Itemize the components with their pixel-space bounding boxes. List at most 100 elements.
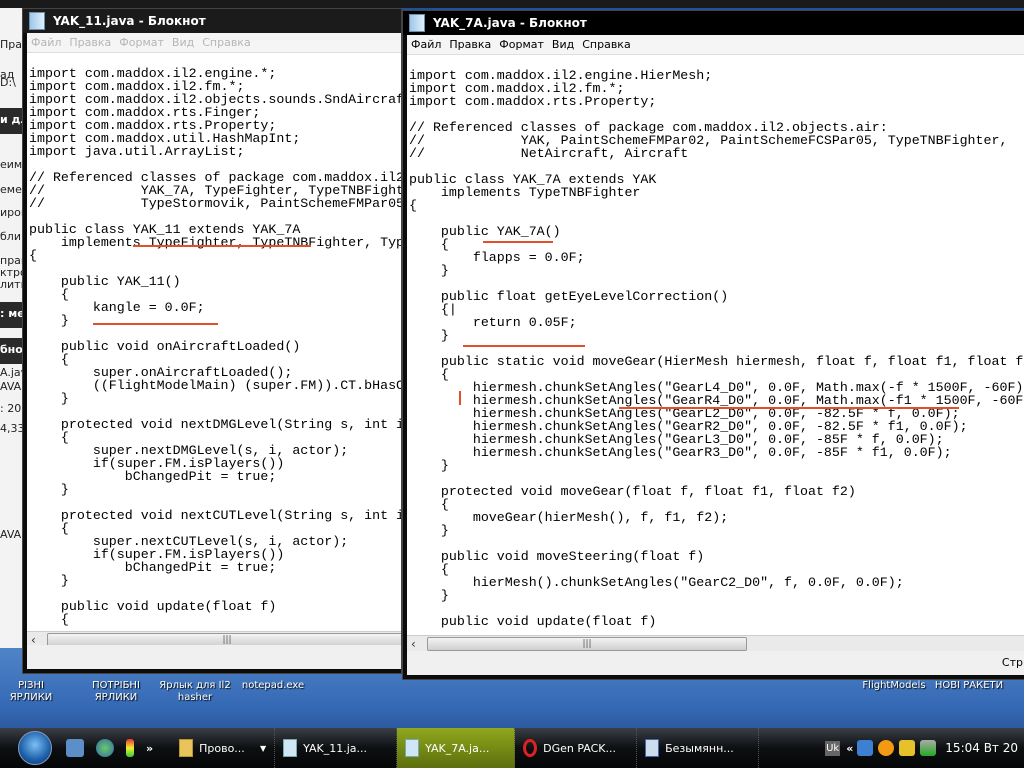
horizontal-scrollbar[interactable]: ‹ ||| — [407, 635, 1024, 652]
code-line[interactable]: flapps = 0.0F; — [409, 251, 1024, 264]
code-line[interactable]: public void update(float f) — [29, 600, 401, 613]
code-line[interactable]: { — [409, 199, 1024, 212]
code-line[interactable]: public void update(float f) — [409, 615, 1024, 628]
code-line[interactable]: } — [409, 329, 1024, 342]
system-tray: Uk « 15:04 Вт 20 — [825, 740, 1024, 756]
explorer-fragment-text: : 20 — [0, 402, 22, 415]
annotation-mark — [459, 391, 461, 405]
quicklaunch-more-icon[interactable]: » — [146, 742, 153, 755]
menu-file[interactable]: Файл — [411, 38, 441, 51]
code-line[interactable]: } — [409, 264, 1024, 277]
text-editor[interactable]: import com.maddox.il2.engine.HierMesh; im… — [407, 55, 1024, 635]
code-line[interactable]: { — [29, 249, 401, 262]
scroll-thumb[interactable]: ||| — [427, 637, 747, 651]
network-icon[interactable] — [857, 740, 874, 756]
equalizer-icon[interactable] — [126, 739, 134, 757]
code-line[interactable]: public YAK_11() — [29, 275, 401, 288]
code-line[interactable]: } — [409, 589, 1024, 602]
code-line[interactable]: public YAK_7A() — [409, 225, 1024, 238]
notepad-window-yak7a[interactable]: YAK_7A.java - Блокнот Файл Правка Формат… — [402, 10, 1024, 680]
code-line[interactable]: protected void nextDMGLevel(String s, in… — [29, 418, 401, 431]
desktop-icon-potribni[interactable]: ПОТРІБНІ ЯРЛИКИ — [88, 680, 144, 704]
code-line[interactable]: public float getEyeLevelCorrection() — [409, 290, 1024, 303]
code-line[interactable]: // NetAircraft, Aircraft — [409, 147, 1024, 160]
menu-format[interactable]: Формат — [499, 38, 544, 51]
task-yak11[interactable]: YAK_11.ja... — [275, 728, 398, 768]
code-line[interactable]: kangle = 0.0F; — [29, 301, 401, 314]
code-line[interactable]: public static void moveGear(HierMesh hie… — [409, 355, 1024, 368]
code-line[interactable]: return 0.05F; — [409, 316, 1024, 329]
desktop-icon-flightmodels[interactable]: FlightModels — [862, 680, 926, 692]
window-title: YAK_11.java - Блокнот — [53, 14, 206, 28]
code-text[interactable]: import com.maddox.il2.engine.*; import co… — [29, 67, 401, 626]
menu-view[interactable]: Вид — [552, 38, 574, 51]
clock[interactable]: 15:04 Вт 20 — [945, 741, 1018, 755]
code-line[interactable]: } — [29, 574, 401, 587]
folder-icon — [179, 739, 194, 757]
code-line[interactable]: implements TypeTNBFighter — [409, 186, 1024, 199]
menu-edit[interactable]: Правка — [449, 38, 491, 51]
code-line[interactable]: import com.maddox.rts.Property; — [409, 95, 1024, 108]
code-line[interactable]: hierMesh().chunkSetAngles("GearC2_D0", f… — [409, 576, 1024, 589]
desktop-icon-il2-hasher[interactable]: Ярлык для Il2 hasher — [158, 680, 232, 704]
menu-edit[interactable]: Правка — [69, 36, 111, 49]
title-bar[interactable]: YAK_11.java - Блокнот — [23, 9, 401, 33]
menu-file[interactable]: Файл — [31, 36, 61, 49]
explorer-fragment-text: A.jav — [0, 366, 24, 379]
code-line[interactable]: } — [29, 392, 401, 405]
annotation-underline — [483, 241, 553, 243]
code-line[interactable]: // TypeStormovik, PaintSchemeFMPar05 — [29, 197, 401, 210]
code-line[interactable]: ((FlightModelMain) (super.FM)).CT.bHasC — [29, 379, 401, 392]
task-paint[interactable]: Безымянн... — [637, 728, 760, 768]
code-line[interactable]: import java.util.ArrayList; — [29, 145, 401, 158]
show-desktop-icon[interactable] — [66, 739, 84, 757]
explorer-fragment-text: : ме — [0, 302, 24, 328]
code-line[interactable]: bChangedPit = true; — [29, 470, 401, 483]
code-line[interactable]: moveGear(hierMesh(), f, f1, f2); — [409, 511, 1024, 524]
code-line[interactable]: hiermesh.chunkSetAngles("GearR3_D0", 0.0… — [409, 446, 1024, 459]
annotation-underline — [619, 407, 959, 409]
notepad-icon — [283, 739, 298, 757]
taskbar: » Прово... ▼ YAK_11.ja... YAK_7A.ja... DG… — [0, 728, 1024, 768]
task-opera[interactable]: DGen PACK... — [515, 728, 638, 768]
notepad-window-yak11[interactable]: YAK_11.java - Блокнот Файл Правка Формат… — [22, 8, 402, 674]
annotation-underline — [133, 245, 311, 247]
code-line[interactable]: } — [409, 459, 1024, 472]
language-indicator[interactable]: Uk — [825, 740, 841, 756]
globe-icon[interactable] — [96, 739, 114, 757]
code-line[interactable]: implements TypeFighter, TypeTNBFighter, … — [29, 236, 401, 249]
task-explorer[interactable]: Прово... ▼ — [171, 728, 276, 768]
desktop-icon-rizni[interactable]: РІЗНІ ЯРЛИКИ — [2, 680, 60, 704]
menu-help[interactable]: Справка — [202, 36, 250, 49]
menu-view[interactable]: Вид — [172, 36, 194, 49]
status-bar — [27, 645, 401, 669]
safely-remove-icon[interactable] — [920, 740, 937, 756]
background-explorer-window[interactable]: ПравадD:\и длеимеемесировблиправктролити… — [0, 8, 24, 648]
code-line[interactable]: } — [29, 483, 401, 496]
scroll-left-icon[interactable]: ‹ — [411, 637, 416, 651]
window-title: YAK_7A.java - Блокнот — [433, 16, 587, 30]
code-line[interactable]: } — [29, 314, 401, 327]
start-button[interactable] — [18, 731, 52, 765]
explorer-fragment-text: AVA" — [0, 528, 24, 541]
desktop-icon-notepad[interactable]: notepad.exe — [240, 680, 306, 692]
code-line[interactable]: public void moveSteering(float f) — [409, 550, 1024, 563]
security-shield-icon[interactable] — [899, 740, 916, 756]
task-yak7a[interactable]: YAK_7A.ja... — [397, 728, 516, 768]
menu-help[interactable]: Справка — [582, 38, 630, 51]
explorer-fragment-text: иров — [0, 206, 24, 219]
code-line[interactable]: { — [29, 613, 401, 626]
desktop-icon-novi-raketi[interactable]: НОВІ РАКЕТИ — [924, 680, 1014, 692]
menu-format[interactable]: Формат — [119, 36, 164, 49]
code-line[interactable]: public void onAircraftLoaded() — [29, 340, 401, 353]
code-line[interactable]: } — [409, 524, 1024, 537]
tray-expand-icon[interactable]: « — [846, 742, 853, 755]
explorer-fragment-text: D:\ — [0, 76, 16, 89]
code-line[interactable]: protected void nextCUTLevel(String s, in… — [29, 509, 401, 522]
text-editor[interactable]: import com.maddox.il2.engine.*; import co… — [27, 53, 401, 633]
title-bar[interactable]: YAK_7A.java - Блокнот — [403, 11, 1024, 35]
code-text[interactable]: import com.maddox.il2.engine.HierMesh; im… — [409, 69, 1024, 628]
app-tray-icon[interactable] — [878, 740, 895, 756]
code-line[interactable]: protected void moveGear(float f, float f… — [409, 485, 1024, 498]
code-line[interactable]: bChangedPit = true; — [29, 561, 401, 574]
